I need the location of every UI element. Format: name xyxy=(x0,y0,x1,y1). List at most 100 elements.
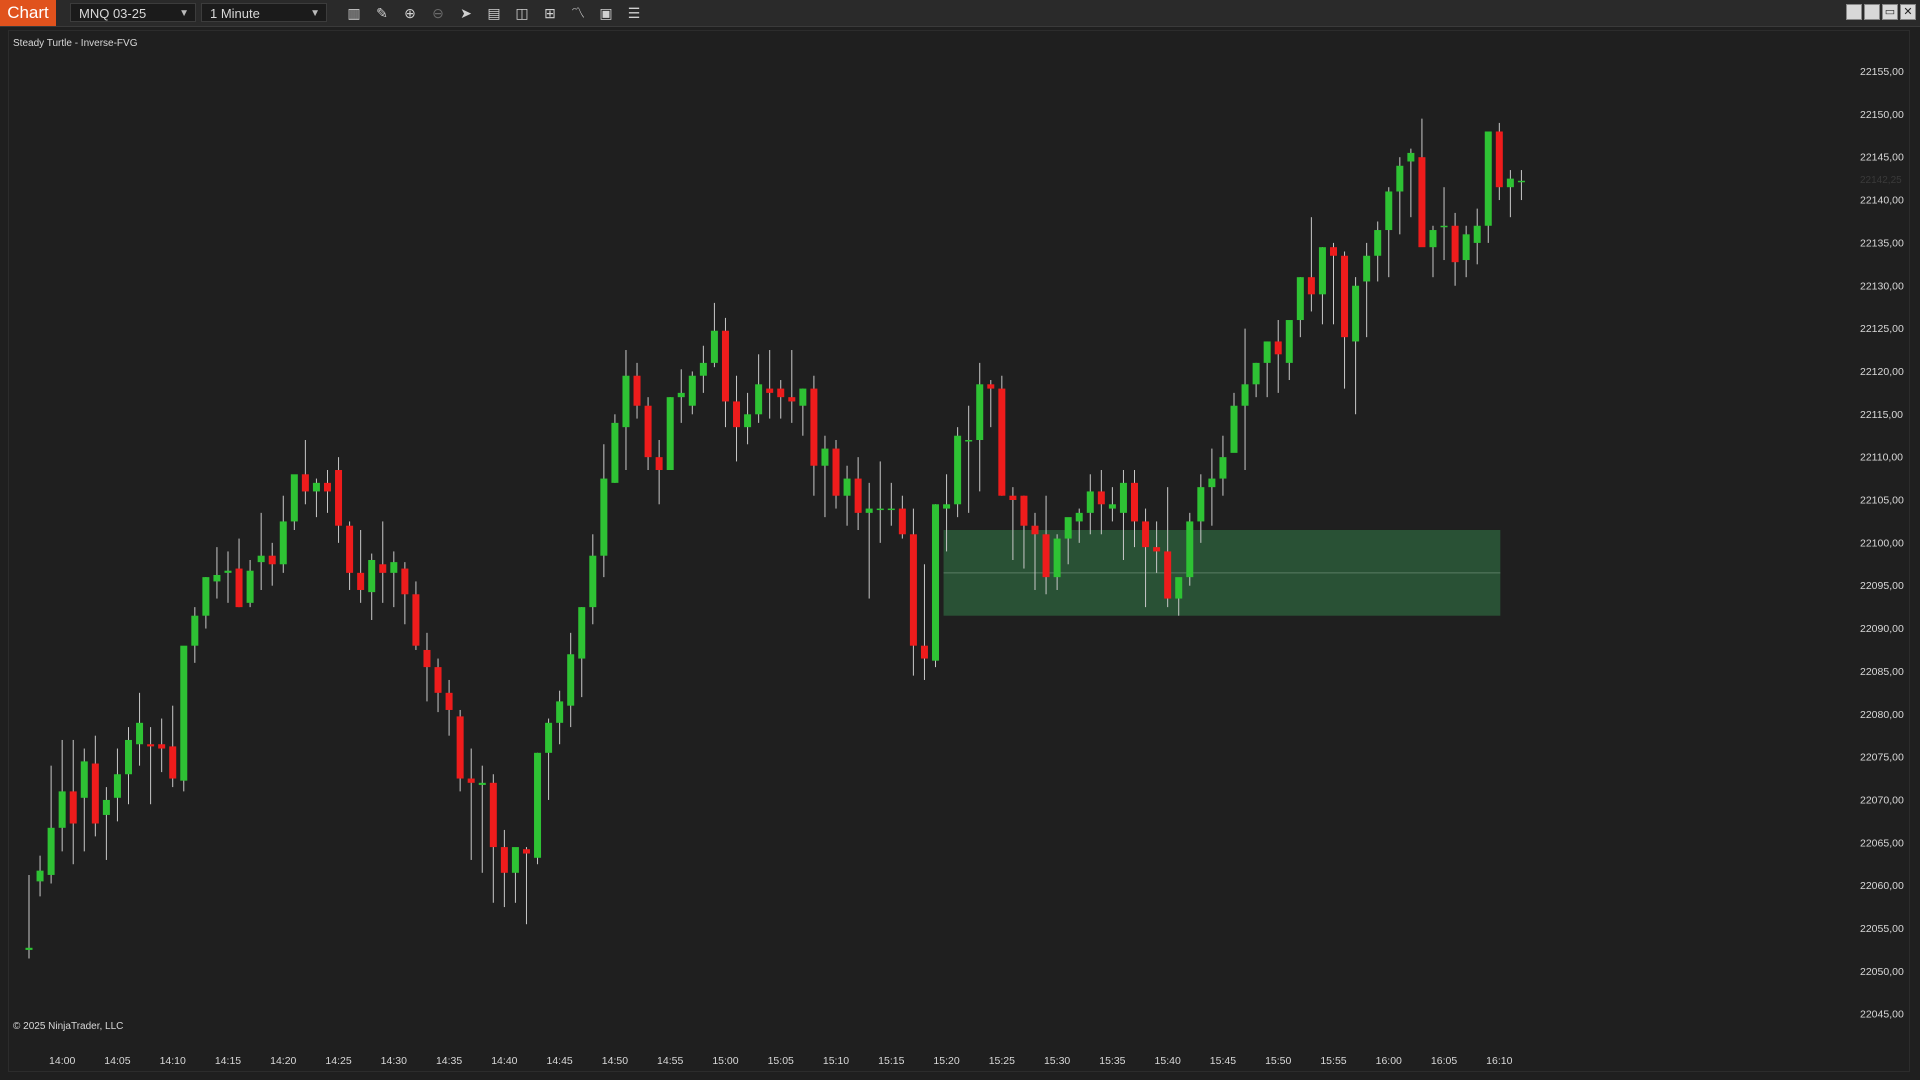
candle-body-down xyxy=(268,555,276,565)
candle-body-down xyxy=(412,594,420,646)
candle xyxy=(865,482,873,599)
candle xyxy=(1451,212,1459,286)
candle xyxy=(1274,320,1282,393)
time-tick-label: 14:40 xyxy=(491,1055,517,1067)
candle xyxy=(1517,170,1525,201)
candle-body-down xyxy=(69,791,77,824)
candle-body-down xyxy=(854,478,862,513)
candle-body-up xyxy=(843,478,851,496)
price-tick-label: 22080,00 xyxy=(1860,709,1904,721)
candle-body-down xyxy=(644,405,652,458)
candle-body-up xyxy=(136,722,144,745)
time-tick-label: 16:00 xyxy=(1376,1055,1402,1067)
candle xyxy=(1352,277,1360,415)
candle-body-up xyxy=(545,722,553,753)
candle xyxy=(655,440,663,505)
candle-body-down xyxy=(733,401,741,428)
candle-body-down xyxy=(1418,157,1426,248)
candle-body-up xyxy=(279,521,287,565)
candle-body-up xyxy=(600,478,608,556)
candle xyxy=(1263,341,1271,398)
current-price-label: 22142,25 xyxy=(1860,175,1902,186)
candle xyxy=(202,577,210,629)
candle xyxy=(323,470,331,513)
candle xyxy=(832,440,840,509)
time-tick-label: 15:40 xyxy=(1155,1055,1181,1067)
candle xyxy=(1407,148,1415,218)
candle-body-up xyxy=(113,774,121,798)
candle xyxy=(91,735,99,837)
candle-body-down xyxy=(456,716,464,779)
candle-body-up xyxy=(1318,247,1326,295)
candlestick-chart[interactable]: 22155,00 22150,00 22145,00 22140,00 22135,00… xyxy=(0,0,1920,1080)
candle xyxy=(1385,187,1393,278)
candle xyxy=(534,752,542,865)
candle xyxy=(124,727,132,805)
candle-body-up xyxy=(1285,320,1293,363)
candle xyxy=(235,538,243,608)
time-tick-label: 16:10 xyxy=(1486,1055,1512,1067)
candle-body-up xyxy=(589,555,597,608)
candle-body-up xyxy=(688,375,696,406)
candle xyxy=(268,542,276,586)
candle-body-down xyxy=(1329,247,1337,256)
candle-body-down xyxy=(323,482,331,492)
candle xyxy=(1219,435,1227,496)
candle-body-up xyxy=(1252,362,1260,385)
candle-body-up xyxy=(1186,521,1194,578)
candle-body-up xyxy=(578,607,586,659)
candle xyxy=(511,847,519,903)
candle-body-up xyxy=(567,654,575,706)
candle-body-down xyxy=(423,649,431,668)
price-axis[interactable]: 22155,00 22150,00 22145,00 22140,00 22135,00… xyxy=(1860,66,1904,1021)
candle xyxy=(932,504,940,668)
candle xyxy=(401,562,409,625)
candle-body-up xyxy=(1175,577,1183,599)
candle-body-down xyxy=(169,746,177,779)
candle-body-down xyxy=(235,568,243,608)
price-tick-label: 22125,00 xyxy=(1860,323,1904,335)
candle xyxy=(522,847,530,925)
candle-body-down xyxy=(445,692,453,710)
price-tick-label: 22090,00 xyxy=(1860,623,1904,635)
time-tick-label: 15:35 xyxy=(1099,1055,1125,1067)
candle-body-down xyxy=(898,508,906,535)
candle-body-up xyxy=(699,362,707,376)
time-tick-label: 14:45 xyxy=(546,1055,572,1067)
candle xyxy=(677,369,685,423)
candle xyxy=(1318,247,1326,325)
time-tick-label: 15:30 xyxy=(1044,1055,1070,1067)
price-tick-label: 22110,00 xyxy=(1860,452,1903,464)
price-tick-label: 22105,00 xyxy=(1860,495,1904,507)
candle-body-down xyxy=(788,397,796,402)
candle xyxy=(390,551,398,608)
candle xyxy=(1230,392,1238,453)
candle xyxy=(1241,328,1249,471)
candle-body-up xyxy=(1053,538,1061,578)
candle-body-up xyxy=(1506,178,1514,188)
candle xyxy=(622,350,630,471)
candle-body-down xyxy=(467,778,475,783)
price-tick-label: 22050,00 xyxy=(1860,966,1904,978)
candle xyxy=(1097,470,1105,535)
time-tick-label: 15:10 xyxy=(823,1055,849,1067)
candle-body-up xyxy=(1385,191,1393,231)
candle xyxy=(368,553,376,620)
candle-body-up xyxy=(821,448,829,466)
candle xyxy=(876,461,884,543)
candle-body-up xyxy=(102,799,110,815)
time-tick-label: 14:30 xyxy=(381,1055,407,1067)
time-tick-label: 14:25 xyxy=(325,1055,351,1067)
price-tick-label: 22095,00 xyxy=(1860,580,1904,592)
candle-body-up xyxy=(534,752,542,858)
candle-body-up xyxy=(876,508,884,511)
candle-body-up xyxy=(1086,491,1094,513)
candle-body-up xyxy=(1119,482,1127,513)
time-tick-label: 15:05 xyxy=(768,1055,794,1067)
time-tick-label: 15:55 xyxy=(1320,1055,1346,1067)
candle xyxy=(766,350,774,419)
price-tick-label: 22060,00 xyxy=(1860,880,1904,892)
candle xyxy=(257,512,265,590)
time-axis[interactable]: 14:00 14:05 14:10 14:15 14:20 14:25 14:30 14:35… xyxy=(49,1055,1513,1067)
candle xyxy=(1086,474,1094,535)
